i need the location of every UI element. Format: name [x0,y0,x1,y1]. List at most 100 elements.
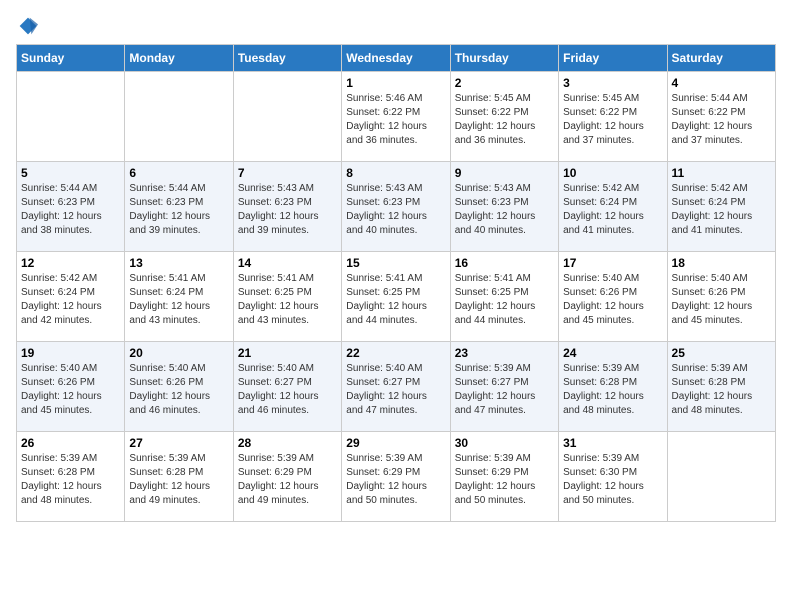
calendar-day-26: 26 Sunrise: 5:39 AMSunset: 6:28 PMDayligh… [17,432,125,522]
day-sun-info: Sunrise: 5:46 AMSunset: 6:22 PMDaylight:… [346,92,445,148]
day-sun-info: Sunrise: 5:39 AMSunset: 6:28 PMDaylight:… [563,362,662,418]
weekday-header-sunday: Sunday [17,45,125,72]
day-sun-info: Sunrise: 5:44 AMSunset: 6:23 PMDaylight:… [21,182,120,238]
weekday-header-tuesday: Tuesday [233,45,341,72]
day-number: 11 [672,166,771,180]
weekday-header-friday: Friday [559,45,667,72]
day-number: 26 [21,436,120,450]
calendar-week-row: 12 Sunrise: 5:42 AMSunset: 6:24 PMDayligh… [17,252,776,342]
calendar-day-28: 28 Sunrise: 5:39 AMSunset: 6:29 PMDayligh… [233,432,341,522]
calendar-day-4: 4Sunrise: 5:44 AMSunset: 6:22 PMDaylight… [667,72,775,162]
day-number: 30 [455,436,554,450]
day-number: 18 [672,256,771,270]
calendar-empty-cell [667,432,775,522]
calendar-table: SundayMondayTuesdayWednesdayThursdayFrid… [16,44,776,522]
calendar-day-3: 3Sunrise: 5:45 AMSunset: 6:22 PMDaylight… [559,72,667,162]
day-sun-info: Sunrise: 5:41 AMSunset: 6:25 PMDaylight:… [455,272,554,328]
day-number: 2 [455,76,554,90]
weekday-header-saturday: Saturday [667,45,775,72]
day-number: 25 [672,346,771,360]
calendar-day-31: 31 Sunrise: 5:39 AMSunset: 6:30 PMDayligh… [559,432,667,522]
day-sun-info: Sunrise: 5:39 AMSunset: 6:30 PMDaylight:… [563,452,662,508]
day-sun-info: Sunrise: 5:42 AMSunset: 6:24 PMDaylight:… [21,272,120,328]
day-number: 5 [21,166,120,180]
day-sun-info: Sunrise: 5:39 AMSunset: 6:29 PMDaylight:… [346,452,445,508]
day-sun-info: Sunrise: 5:44 AMSunset: 6:22 PMDaylight:… [672,92,771,148]
calendar-empty-cell [17,72,125,162]
day-sun-info: Sunrise: 5:41 AMSunset: 6:25 PMDaylight:… [238,272,337,328]
calendar-day-20: 20 Sunrise: 5:40 AMSunset: 6:26 PMDayligh… [125,342,233,432]
day-sun-info: Sunrise: 5:39 AMSunset: 6:27 PMDaylight:… [455,362,554,418]
day-sun-info: Sunrise: 5:39 AMSunset: 6:28 PMDaylight:… [21,452,120,508]
day-number: 14 [238,256,337,270]
logo [16,16,38,36]
day-number: 15 [346,256,445,270]
day-number: 23 [455,346,554,360]
day-number: 7 [238,166,337,180]
calendar-day-27: 27 Sunrise: 5:39 AMSunset: 6:28 PMDayligh… [125,432,233,522]
day-sun-info: Sunrise: 5:39 AMSunset: 6:29 PMDaylight:… [455,452,554,508]
day-sun-info: Sunrise: 5:40 AMSunset: 6:26 PMDaylight:… [129,362,228,418]
logo-icon [18,16,38,36]
calendar-week-row: 19 Sunrise: 5:40 AMSunset: 6:26 PMDayligh… [17,342,776,432]
day-sun-info: Sunrise: 5:42 AMSunset: 6:24 PMDaylight:… [563,182,662,238]
day-number: 29 [346,436,445,450]
day-sun-info: Sunrise: 5:43 AMSunset: 6:23 PMDaylight:… [238,182,337,238]
calendar-day-13: 13Sunrise: 5:41 AMSunset: 6:24 PMDayligh… [125,252,233,342]
calendar-day-22: 22 Sunrise: 5:40 AMSunset: 6:27 PMDayligh… [342,342,450,432]
day-sun-info: Sunrise: 5:42 AMSunset: 6:24 PMDaylight:… [672,182,771,238]
calendar-day-17: 17 Sunrise: 5:40 AMSunset: 6:26 PMDayligh… [559,252,667,342]
calendar-day-10: 10Sunrise: 5:42 AMSunset: 6:24 PMDayligh… [559,162,667,252]
weekday-header-monday: Monday [125,45,233,72]
day-sun-info: Sunrise: 5:39 AMSunset: 6:29 PMDaylight:… [238,452,337,508]
calendar-day-24: 24Sunrise: 5:39 AMSunset: 6:28 PMDayligh… [559,342,667,432]
day-sun-info: Sunrise: 5:43 AMSunset: 6:23 PMDaylight:… [455,182,554,238]
calendar-week-row: 1 Sunrise: 5:46 AMSunset: 6:22 PMDaylight… [17,72,776,162]
day-number: 3 [563,76,662,90]
weekday-header-wednesday: Wednesday [342,45,450,72]
calendar-day-29: 29 Sunrise: 5:39 AMSunset: 6:29 PMDayligh… [342,432,450,522]
day-sun-info: Sunrise: 5:39 AMSunset: 6:28 PMDaylight:… [672,362,771,418]
calendar-day-5: 5 Sunrise: 5:44 AMSunset: 6:23 PMDaylight… [17,162,125,252]
calendar-day-23: 23 Sunrise: 5:39 AMSunset: 6:27 PMDayligh… [450,342,558,432]
day-number: 9 [455,166,554,180]
calendar-day-19: 19 Sunrise: 5:40 AMSunset: 6:26 PMDayligh… [17,342,125,432]
day-sun-info: Sunrise: 5:40 AMSunset: 6:26 PMDaylight:… [563,272,662,328]
calendar-week-row: 5 Sunrise: 5:44 AMSunset: 6:23 PMDaylight… [17,162,776,252]
calendar-day-12: 12 Sunrise: 5:42 AMSunset: 6:24 PMDayligh… [17,252,125,342]
day-number: 28 [238,436,337,450]
calendar-day-2: 2 Sunrise: 5:45 AMSunset: 6:22 PMDaylight… [450,72,558,162]
calendar-week-row: 26 Sunrise: 5:39 AMSunset: 6:28 PMDayligh… [17,432,776,522]
day-sun-info: Sunrise: 5:43 AMSunset: 6:23 PMDaylight:… [346,182,445,238]
day-number: 1 [346,76,445,90]
calendar-day-8: 8Sunrise: 5:43 AMSunset: 6:23 PMDaylight… [342,162,450,252]
calendar-day-9: 9 Sunrise: 5:43 AMSunset: 6:23 PMDaylight… [450,162,558,252]
day-sun-info: Sunrise: 5:41 AMSunset: 6:24 PMDaylight:… [129,272,228,328]
day-sun-info: Sunrise: 5:40 AMSunset: 6:26 PMDaylight:… [21,362,120,418]
day-number: 16 [455,256,554,270]
day-number: 17 [563,256,662,270]
day-number: 12 [21,256,120,270]
day-number: 31 [563,436,662,450]
calendar-day-6: 6Sunrise: 5:44 AMSunset: 6:23 PMDaylight… [125,162,233,252]
header [16,16,776,36]
calendar-day-1: 1 Sunrise: 5:46 AMSunset: 6:22 PMDaylight… [342,72,450,162]
day-sun-info: Sunrise: 5:39 AMSunset: 6:28 PMDaylight:… [129,452,228,508]
day-sun-info: Sunrise: 5:40 AMSunset: 6:27 PMDaylight:… [346,362,445,418]
calendar-day-7: 7 Sunrise: 5:43 AMSunset: 6:23 PMDaylight… [233,162,341,252]
calendar-day-18: 18 Sunrise: 5:40 AMSunset: 6:26 PMDayligh… [667,252,775,342]
day-number: 22 [346,346,445,360]
day-sun-info: Sunrise: 5:40 AMSunset: 6:26 PMDaylight:… [672,272,771,328]
calendar-empty-cell [233,72,341,162]
weekday-header-thursday: Thursday [450,45,558,72]
day-number: 19 [21,346,120,360]
calendar-day-14: 14 Sunrise: 5:41 AMSunset: 6:25 PMDayligh… [233,252,341,342]
calendar-day-30: 30 Sunrise: 5:39 AMSunset: 6:29 PMDayligh… [450,432,558,522]
calendar-day-16: 16 Sunrise: 5:41 AMSunset: 6:25 PMDayligh… [450,252,558,342]
calendar-day-15: 15Sunrise: 5:41 AMSunset: 6:25 PMDayligh… [342,252,450,342]
day-number: 27 [129,436,228,450]
day-number: 20 [129,346,228,360]
calendar-empty-cell [125,72,233,162]
day-number: 6 [129,166,228,180]
day-sun-info: Sunrise: 5:45 AMSunset: 6:22 PMDaylight:… [455,92,554,148]
